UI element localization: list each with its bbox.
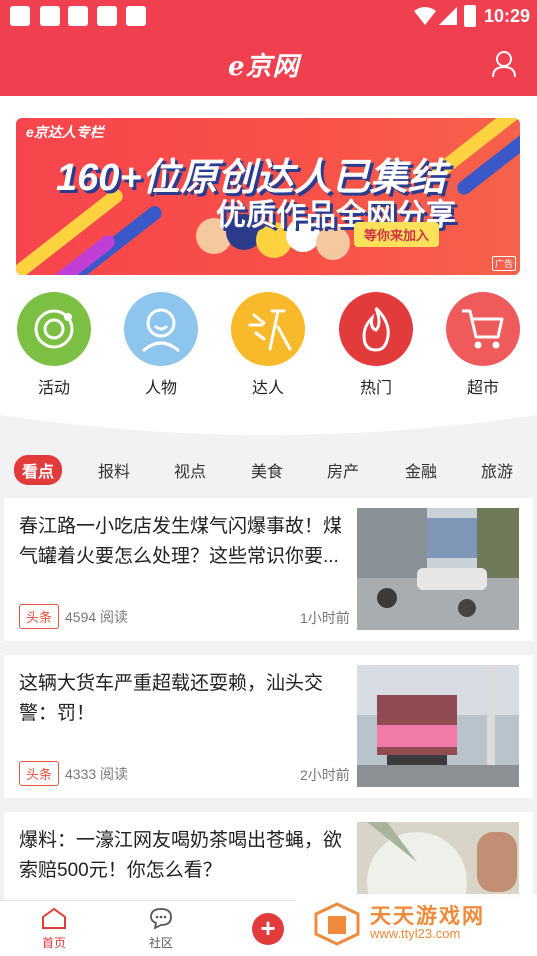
news-card[interactable]: 爆料：一濠江网友喝奶茶喝出苍蝇，欲索赔500元！你怎么看？ — [4, 812, 533, 900]
headline-badge: 头条 — [19, 761, 60, 786]
add-post-button[interactable]: + — [252, 913, 284, 945]
nav-community[interactable]: 社区 — [131, 907, 191, 951]
promo-banner[interactable]: e京达人专栏 160+位原创达人已集结 优质作品全网分享 等你来加入 广告 — [16, 118, 520, 275]
channel-tabs: 看点 报料 视点 美食 房产 金融 旅游 — [0, 446, 537, 494]
tab-kandian[interactable]: 看点 — [14, 455, 63, 485]
news-title: 爆料：一濠江网友喝奶茶喝出苍蝇，欲索赔500元！你怎么看？ — [19, 830, 343, 881]
category-hot[interactable]: 热门 — [338, 292, 414, 398]
read-count: 4333 阅读 — [65, 765, 129, 782]
category-label: 热门 — [359, 380, 392, 397]
da-ren-icon — [231, 292, 305, 366]
news-thumbnail — [357, 508, 519, 630]
category-experts[interactable]: 达人 — [230, 292, 306, 398]
signal-icon — [439, 7, 457, 25]
category-label: 人物 — [144, 380, 177, 397]
ad-label: 广告 — [491, 256, 516, 271]
banner-tag: e京达人专栏 — [26, 124, 104, 140]
news-thumbnail — [357, 822, 519, 900]
tab-baoliao[interactable]: 报料 — [98, 458, 130, 482]
news-meta: 头条 4594 阅读 — [19, 604, 128, 629]
battery-icon — [464, 5, 476, 27]
news-time: 2小时前 — [300, 767, 350, 783]
watermark-logo-icon — [314, 902, 360, 946]
banner-cta: 等你来加入 — [354, 222, 440, 247]
watermark-url: www.ttyl23.com — [370, 926, 461, 941]
nav-label: 社区 — [148, 936, 173, 950]
notification-icon — [68, 6, 88, 26]
headline-badge: 头条 — [19, 604, 60, 629]
app-logo: e京网 — [228, 52, 300, 82]
category-market[interactable]: 超市 — [445, 292, 521, 398]
app-header: e京网 — [0, 32, 537, 96]
category-people[interactable]: 人物 — [123, 292, 199, 398]
home-icon — [42, 907, 66, 929]
category-label: 活动 — [37, 380, 70, 397]
category-label: 超市 — [466, 380, 499, 397]
wifi-icon — [414, 7, 436, 25]
chat-bubble-icon — [150, 908, 172, 930]
news-thumbnail — [357, 665, 519, 787]
notification-icon — [40, 6, 60, 26]
flame-icon — [339, 292, 413, 366]
nav-label: 首页 — [41, 936, 66, 950]
notification-icon — [10, 6, 30, 26]
tab-jinrong[interactable]: 金融 — [405, 458, 437, 482]
tab-fangchan[interactable]: 房产 — [327, 458, 359, 482]
notification-icon — [97, 6, 117, 26]
tab-shidian[interactable]: 视点 — [174, 458, 206, 482]
news-time: 1小时前 — [300, 610, 350, 626]
user-profile-icon[interactable] — [491, 50, 517, 78]
news-title: 春江路一小吃店发生煤气闪爆事故！煤气罐着火要怎么处理？这些常识你要... — [19, 516, 343, 567]
banner-section: e京达人专栏 160+位原创达人已集结 优质作品全网分享 等你来加入 广告 — [0, 96, 537, 292]
news-meta: 头条 4333 阅读 — [19, 761, 128, 786]
news-card[interactable]: 这辆大货车严重超载还耍赖，汕头交警：罚！ 头条 4333 阅读 2小时前 — [4, 655, 533, 798]
person-face-icon — [124, 292, 198, 366]
orbit-icon — [17, 292, 91, 366]
news-title: 这辆大货车严重超载还耍赖，汕头交警：罚！ — [19, 673, 324, 724]
read-count: 4594 阅读 — [65, 608, 129, 625]
category-label: 达人 — [251, 380, 284, 397]
notification-icon — [126, 6, 146, 26]
status-bar: 10:29 — [0, 0, 537, 32]
cart-icon — [446, 292, 520, 366]
category-grid: 活动 人物 达人 热门 超市 — [0, 292, 537, 412]
nav-home[interactable]: 首页 — [24, 907, 84, 951]
status-time: 10:29 — [484, 6, 531, 26]
tab-lvyou[interactable]: 旅游 — [481, 458, 513, 482]
section-divider — [0, 405, 537, 435]
news-card[interactable]: 春江路一小吃店发生煤气闪爆事故！煤气罐着火要怎么处理？这些常识你要... 头条 … — [4, 498, 533, 641]
category-activity[interactable]: 活动 — [16, 292, 92, 398]
tab-meishi[interactable]: 美食 — [251, 458, 283, 482]
watermark: 天天游戏网 www.ttyl23.com — [296, 894, 537, 956]
